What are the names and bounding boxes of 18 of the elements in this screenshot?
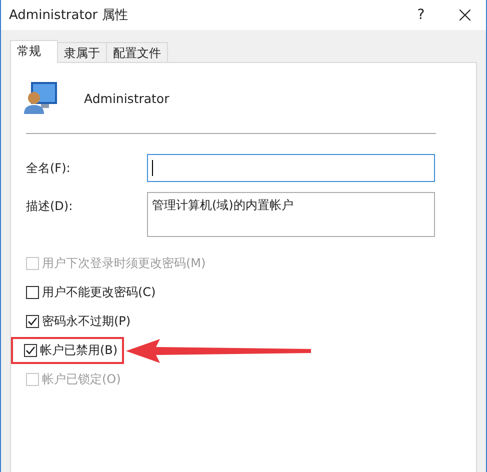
field-label: 全名(F): bbox=[26, 160, 72, 177]
checkbox[interactable]: 用户不能更改密码(C) bbox=[26, 284, 156, 301]
tab[interactable]: 配置文件 bbox=[106, 42, 168, 62]
text-cursor bbox=[152, 160, 153, 176]
window-title: Administrator 属性 bbox=[9, 7, 129, 24]
checkbox[interactable]: 密码永不过期(P) bbox=[26, 313, 131, 330]
tab[interactable]: 常规 bbox=[10, 40, 58, 63]
user-name: Administrator bbox=[84, 90, 170, 106]
checkmark-icon bbox=[27, 316, 38, 327]
checkmark-icon bbox=[25, 345, 36, 356]
help-button[interactable]: ? bbox=[406, 7, 436, 23]
user-computer-icon bbox=[23, 81, 59, 115]
close-button[interactable]: × bbox=[450, 2, 480, 28]
input-field[interactable] bbox=[147, 154, 435, 182]
field-label: 描述(D): bbox=[26, 198, 74, 215]
checkbox[interactable]: 帐户已禁用(B) bbox=[24, 342, 118, 359]
tab[interactable]: 隶属于 bbox=[57, 42, 107, 62]
text-area[interactable]: 管理计算机(域)的内置帐户 bbox=[147, 192, 435, 237]
